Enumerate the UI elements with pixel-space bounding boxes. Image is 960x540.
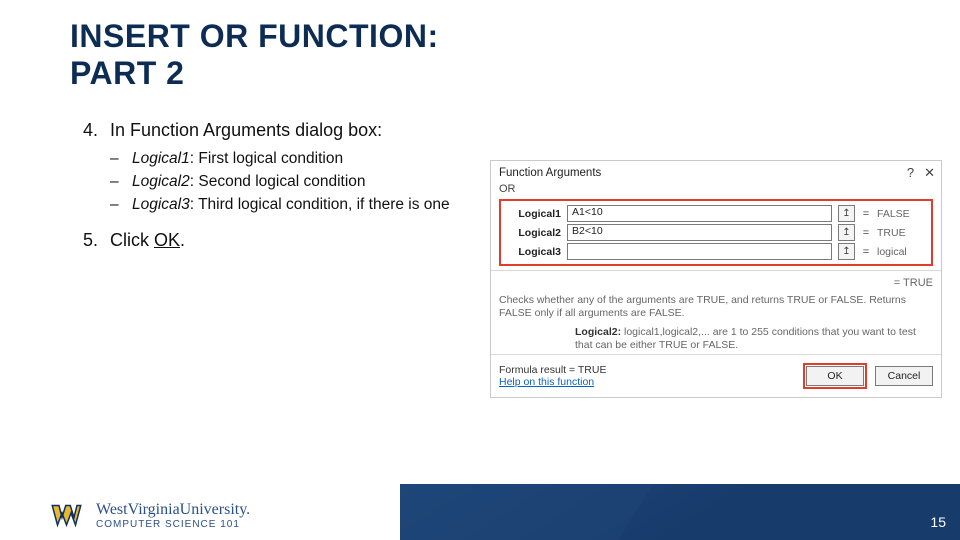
dialog-function-desc: Checks whether any of the arguments are … <box>499 294 933 320</box>
bullet-text: Logical2: Second logical condition <box>132 172 366 193</box>
dialog-title: Function Arguments <box>499 167 601 179</box>
dialog-function-name: OR <box>491 183 941 199</box>
step-4: 4. In Function Arguments dialog box: <box>70 120 470 141</box>
arg-equals: = <box>861 208 871 220</box>
dialog-arg-desc: Logical2: logical1,logical2,... are 1 to… <box>499 326 933 352</box>
bullet-em: Logical3 <box>132 196 190 213</box>
bullet-rest: : Second logical condition <box>190 173 366 190</box>
bullet-item: – Logical3: Third logical condition, if … <box>110 195 470 216</box>
step-4-text: In Function Arguments dialog box: <box>110 120 382 141</box>
dialog-bottom-bar: Formula result = TRUE Help on this funct… <box>491 354 941 397</box>
slide: INSERT OR FUNCTION: PART 2 4. In Functio… <box>0 0 960 540</box>
arg-equals: = <box>861 246 871 258</box>
wvu-logo-icon <box>50 502 86 530</box>
arg-label: Logical1 <box>503 208 561 220</box>
step-5-ok: OK <box>154 230 180 250</box>
bullet-text: Logical1: First logical condition <box>132 149 343 170</box>
arg-label: Logical2 <box>503 227 561 239</box>
close-icon[interactable]: ✕ <box>924 165 935 181</box>
step-5-text: Click OK. <box>110 230 185 251</box>
page-number: 15 <box>930 514 946 530</box>
ok-button-highlight: OK <box>803 363 867 389</box>
step-5-pre: Click <box>110 230 154 250</box>
range-selector-icon[interactable]: ↥ <box>838 205 855 222</box>
help-link[interactable]: Help on this function <box>499 376 606 388</box>
arg-input[interactable]: B2<10 <box>567 224 832 241</box>
arg-result: FALSE <box>877 208 929 220</box>
range-selector-icon[interactable]: ↥ <box>838 243 855 260</box>
arg-input[interactable]: A1<10 <box>567 205 832 222</box>
formula-result: Formula result = TRUE <box>499 364 606 376</box>
slide-footer: WestVirginiaUniversity. COMPUTER SCIENCE… <box>0 484 960 540</box>
bullet-text: Logical3: Third logical condition, if th… <box>132 195 450 216</box>
dialog-title-buttons: ? ✕ <box>907 165 935 181</box>
slide-title: INSERT OR FUNCTION: PART 2 <box>70 18 439 92</box>
arg-input[interactable] <box>567 243 832 260</box>
bullet-rest: : Third logical condition, if there is o… <box>190 196 450 213</box>
bullet-em: Logical2 <box>132 173 190 190</box>
cancel-button[interactable]: Cancel <box>875 366 933 386</box>
title-line-2: PART 2 <box>70 55 184 91</box>
step-5-post: . <box>180 230 185 250</box>
bullet-item: – Logical1: First logical condition <box>110 149 470 170</box>
dialog-titlebar: Function Arguments ? ✕ <box>491 161 941 183</box>
formula-result-value: TRUE <box>578 364 607 376</box>
dialog-buttons: OK Cancel <box>803 363 933 389</box>
arg-result: logical <box>877 246 929 258</box>
dialog-arguments-box: Logical1 A1<10 ↥ = FALSE Logical2 B2<10 … <box>499 199 933 266</box>
dialog-bottom-left: Formula result = TRUE Help on this funct… <box>499 364 606 388</box>
dialog-arg-row: Logical1 A1<10 ↥ = FALSE <box>503 205 929 222</box>
bullet-rest: : First logical condition <box>190 150 343 167</box>
title-line-1: INSERT OR FUNCTION: <box>70 18 439 54</box>
dialog-description-area: = TRUE Checks whether any of the argumen… <box>491 270 941 354</box>
dialog-arg-row: Logical2 B2<10 ↥ = TRUE <box>503 224 929 241</box>
help-icon[interactable]: ? <box>907 165 914 181</box>
dialog-overall-result: = TRUE <box>499 277 933 291</box>
formula-result-label: Formula result = <box>499 364 578 376</box>
step-5: 5. Click OK. <box>70 230 470 251</box>
step-5-number: 5. <box>70 230 98 251</box>
range-selector-icon[interactable]: ↥ <box>838 224 855 241</box>
arg-result: TRUE <box>877 227 929 239</box>
brand-university: WestVirginiaUniversity. <box>96 502 250 518</box>
brand-text: WestVirginiaUniversity. COMPUTER SCIENCE… <box>96 502 250 530</box>
ok-button[interactable]: OK <box>806 366 864 386</box>
function-arguments-dialog: Function Arguments ? ✕ OR Logical1 A1<10… <box>490 160 942 398</box>
bullet-dash: – <box>110 149 126 170</box>
dialog-arg-row: Logical3 ↥ = logical <box>503 243 929 260</box>
bullet-em: Logical1 <box>132 150 190 167</box>
bullet-dash: – <box>110 172 126 193</box>
slide-body: 4. In Function Arguments dialog box: – L… <box>70 120 470 259</box>
footer-bg-shape <box>400 484 960 540</box>
bullet-dash: – <box>110 195 126 216</box>
dialog-arg-desc-name: Logical2: <box>575 326 621 338</box>
bullet-item: – Logical2: Second logical condition <box>110 172 470 193</box>
brand-course: COMPUTER SCIENCE 101 <box>96 520 250 530</box>
arg-label: Logical3 <box>503 246 561 258</box>
dialog-arg-desc-text: logical1,logical2,... are 1 to 255 condi… <box>575 326 916 351</box>
arg-equals: = <box>861 227 871 239</box>
brand-block: WestVirginiaUniversity. COMPUTER SCIENCE… <box>50 502 250 530</box>
step-4-number: 4. <box>70 120 98 141</box>
bullet-list: – Logical1: First logical condition – Lo… <box>110 149 470 216</box>
